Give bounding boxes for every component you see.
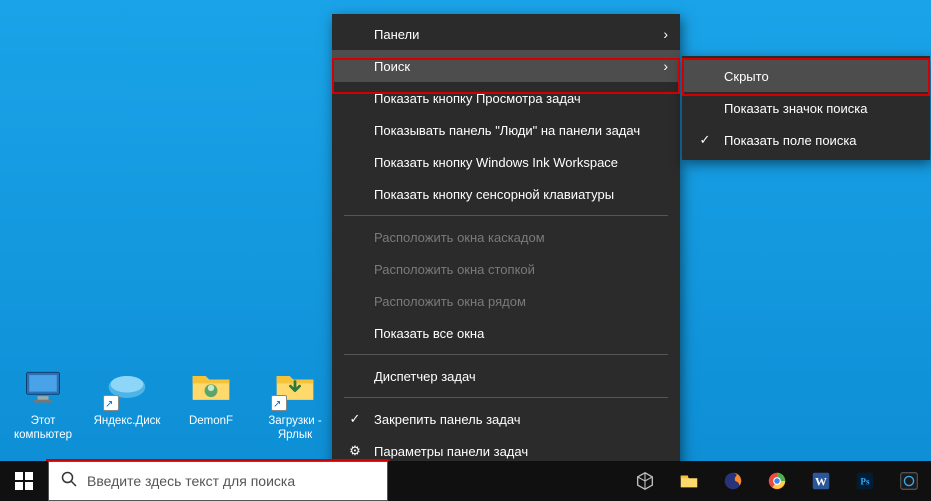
menu-item-label: Панели bbox=[374, 27, 419, 42]
taskbar-context-menu: Панели › Поиск › Показать кнопку Просмотра з… bbox=[332, 14, 680, 471]
menu-taskview[interactable]: Показать кнопку Просмотра задач bbox=[332, 82, 680, 114]
chevron-right-icon: › bbox=[663, 26, 668, 42]
search-submenu: Скрыто Показать значок поиска ✓ Показать по… bbox=[682, 56, 930, 160]
this-pc-icon[interactable]: Этот компьютер bbox=[4, 363, 82, 443]
explorer-icon[interactable] bbox=[667, 461, 711, 501]
menu-cascade: Расположить окна каскадом bbox=[332, 221, 680, 253]
downloads-shortcut-icon[interactable]: Загрузки - Ярлык bbox=[256, 363, 334, 443]
menu-sidebyside: Расположить окна рядом bbox=[332, 285, 680, 317]
demonf-folder-icon[interactable]: DemonF bbox=[172, 363, 250, 443]
menu-search[interactable]: Поиск › bbox=[332, 50, 680, 82]
menu-item-label: Скрыто bbox=[724, 69, 769, 84]
menu-item-label: Расположить окна рядом bbox=[374, 294, 526, 309]
menu-showall[interactable]: Показать все окна bbox=[332, 317, 680, 349]
taskbar: Введите здесь текст для поиска W Ps bbox=[0, 461, 931, 501]
menu-item-label: Показать кнопку Просмотра задач bbox=[374, 91, 581, 106]
menu-item-label: Закрепить панель задач bbox=[374, 412, 521, 427]
menu-taskmgr[interactable]: Диспетчер задач bbox=[332, 360, 680, 392]
menu-item-label: Параметры панели задач bbox=[374, 444, 528, 459]
svg-text:Ps: Ps bbox=[860, 477, 870, 487]
desktop-icons-row: Этот компьютер Яндекс.Диск DemonF Загруз… bbox=[4, 363, 334, 443]
word-icon[interactable]: W bbox=[799, 461, 843, 501]
icon-label: Яндекс.Диск bbox=[88, 415, 166, 429]
svg-text:W: W bbox=[815, 475, 827, 489]
yandex-disk-icon[interactable]: Яндекс.Диск bbox=[88, 363, 166, 443]
menu-separator bbox=[344, 354, 668, 355]
menu-separator bbox=[344, 215, 668, 216]
menu-item-label: Показать поле поиска bbox=[724, 133, 857, 148]
gear-icon: ⚙ bbox=[346, 443, 364, 459]
start-button[interactable] bbox=[0, 461, 48, 501]
chrome-icon[interactable] bbox=[755, 461, 799, 501]
menu-item-label: Показать кнопку Windows Ink Workspace bbox=[374, 155, 618, 170]
menu-item-label: Показать значок поиска bbox=[724, 101, 868, 116]
photoshop-icon[interactable]: Ps bbox=[843, 461, 887, 501]
virtualbox-icon[interactable] bbox=[623, 461, 667, 501]
menu-lock[interactable]: ✓ Закрепить панель задач bbox=[332, 403, 680, 435]
check-icon: ✓ bbox=[696, 132, 714, 148]
app-icon-generic[interactable] bbox=[887, 461, 931, 501]
menu-item-label: Расположить окна стопкой bbox=[374, 262, 535, 277]
search-icon bbox=[61, 471, 77, 492]
submenu-show-box[interactable]: ✓ Показать поле поиска bbox=[682, 124, 930, 156]
taskbar-search-box[interactable]: Введите здесь текст для поиска bbox=[48, 461, 388, 501]
menu-stack: Расположить окна стопкой bbox=[332, 253, 680, 285]
menu-item-label: Диспетчер задач bbox=[374, 369, 476, 384]
menu-ink[interactable]: Показать кнопку Windows Ink Workspace bbox=[332, 146, 680, 178]
search-placeholder: Введите здесь текст для поиска bbox=[87, 473, 295, 489]
icon-label: Этот компьютер bbox=[4, 415, 82, 443]
chevron-right-icon: › bbox=[663, 58, 668, 74]
submenu-show-icon[interactable]: Показать значок поиска bbox=[682, 92, 930, 124]
taskbar-tray-icons: W Ps bbox=[623, 461, 931, 501]
check-icon: ✓ bbox=[346, 411, 364, 427]
menu-item-label: Показать все окна bbox=[374, 326, 484, 341]
menu-separator bbox=[344, 397, 668, 398]
menu-touchkbd[interactable]: Показать кнопку сенсорной клавиатуры bbox=[332, 178, 680, 210]
icon-label: DemonF bbox=[172, 415, 250, 429]
menu-item-label: Показать кнопку сенсорной клавиатуры bbox=[374, 187, 614, 202]
menu-item-label: Поиск bbox=[374, 59, 410, 74]
submenu-hidden[interactable]: Скрыто bbox=[682, 60, 930, 92]
menu-people[interactable]: Показывать панель "Люди" на панели задач bbox=[332, 114, 680, 146]
icon-label: Загрузки - Ярлык bbox=[256, 415, 334, 443]
firefox-icon[interactable] bbox=[711, 461, 755, 501]
menu-item-label: Показывать панель "Люди" на панели задач bbox=[374, 123, 640, 138]
menu-panels[interactable]: Панели › bbox=[332, 18, 680, 50]
menu-item-label: Расположить окна каскадом bbox=[374, 230, 545, 245]
